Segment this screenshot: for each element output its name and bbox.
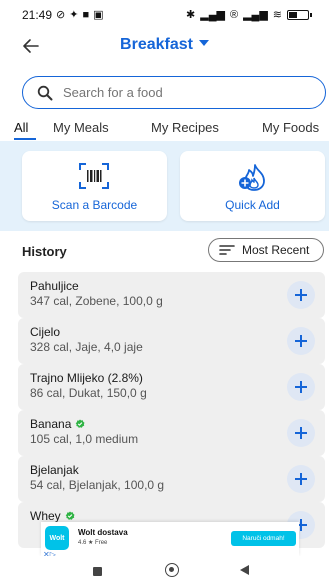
plus-icon [295, 473, 307, 485]
wolt-logo: Wolt [45, 526, 69, 550]
messenger-icon: ✦ [69, 8, 79, 21]
quick-add-label: Quick Add [225, 198, 280, 212]
tab-my-meals[interactable]: My Meals [53, 120, 109, 135]
plus-icon [295, 335, 307, 347]
signal-icon: ▂▄▆ [243, 8, 268, 21]
food-detail: 347 cal, Zobene, 100,0 g [30, 294, 163, 308]
quick-add-button[interactable]: Quick Add [180, 151, 325, 221]
scan-barcode-label: Scan a Barcode [51, 198, 138, 212]
add-food-button[interactable] [287, 327, 315, 355]
food-detail: 86 cal, Dukat, 150,0 g [30, 386, 147, 400]
food-row[interactable]: Pahuljice 347 cal, Zobene, 100,0 g [18, 272, 325, 318]
signal-icon: ▂▄▆ [200, 8, 225, 21]
food-name: Trajno Mlijeko (2.8%) [30, 371, 143, 385]
home-icon[interactable] [165, 563, 179, 577]
bluetooth-icon: ✱ [186, 8, 196, 21]
food-name: Banana [30, 417, 72, 431]
tab-bar: All My Meals My Recipes My Foods [0, 114, 329, 140]
food-name-wrap: Banana [30, 417, 85, 431]
sort-label: Most Recent [242, 243, 310, 257]
caret-down-icon [198, 40, 209, 46]
quick-actions-panel: Scan a Barcode Quick Add [0, 141, 329, 231]
blocked-icon: ⊘ [56, 8, 66, 21]
plus-icon [295, 381, 307, 393]
verified-check-icon [76, 419, 85, 428]
ad-title: Wolt dostava [78, 528, 128, 537]
food-row[interactable]: Cijelo 328 cal, Jaje, 4,0 jaje [18, 318, 325, 364]
battery-icon [287, 10, 312, 20]
message-icon: ▣ [93, 8, 104, 21]
add-food-button[interactable] [287, 281, 315, 309]
search-box[interactable] [22, 76, 326, 109]
status-left: 21:49 ⊘ ✦ ■ ▣ [22, 8, 104, 22]
ad-rating: 4.6 ★ Free [78, 540, 108, 546]
food-detail: 105 cal, 1,0 medium [30, 432, 139, 446]
meal-title: Breakfast [120, 36, 193, 53]
food-name: Cijelo [30, 325, 61, 339]
ad-cta-button[interactable]: Naruči odmah! [231, 531, 296, 546]
plus-icon [295, 427, 307, 439]
food-name: Pahuljice [30, 279, 79, 293]
wifi-icon: ≋ [272, 8, 282, 21]
food-row[interactable]: Trajno Mlijeko (2.8%) 86 cal, Dukat, 150… [18, 364, 325, 410]
verified-check-icon [65, 511, 75, 520]
sort-button[interactable]: Most Recent [208, 238, 324, 262]
food-detail: 328 cal, Jaje, 4,0 jaje [30, 340, 143, 354]
add-food-button[interactable] [287, 465, 315, 493]
add-food-button[interactable] [287, 373, 315, 401]
flame-plus-icon [239, 164, 265, 191]
history-title: History [22, 244, 67, 259]
ad-banner[interactable]: Wolt Wolt dostava 4.6 ★ Free Naruči odma… [41, 522, 299, 559]
recents-icon[interactable] [93, 567, 102, 576]
food-row[interactable]: Banana 105 cal, 1,0 medium [18, 410, 325, 456]
status-bar: 21:49 ⊘ ✦ ■ ▣ ✱ ▂▄▆ ® ▂▄▆ ≋ [0, 0, 329, 30]
tab-all[interactable]: All [14, 120, 28, 135]
food-name-wrap: Whey [30, 509, 75, 523]
lock-icon: ■ [82, 8, 90, 21]
status-time: 21:49 [22, 8, 53, 22]
food-row[interactable]: Bjelanjak 54 cal, Bjelanjak, 100,0 g [18, 456, 325, 502]
sort-icon [219, 245, 235, 255]
volte-icon: ® [229, 8, 239, 21]
plus-icon [295, 289, 307, 301]
search-icon [37, 85, 53, 100]
tab-my-recipes[interactable]: My Recipes [151, 120, 219, 135]
meal-selector[interactable]: Breakfast [0, 36, 329, 54]
system-back-icon[interactable] [240, 565, 249, 575]
tab-my-foods[interactable]: My Foods [262, 120, 319, 135]
barcode-icon [79, 163, 109, 189]
food-name: Whey [30, 509, 61, 523]
system-nav-bar [0, 556, 329, 584]
add-food-button[interactable] [287, 419, 315, 447]
food-name: Bjelanjak [30, 463, 79, 477]
scan-barcode-button[interactable]: Scan a Barcode [22, 151, 167, 221]
food-detail: 54 cal, Bjelanjak, 100,0 g [30, 478, 165, 492]
battery-level [289, 12, 297, 18]
search-input[interactable] [63, 85, 293, 100]
app-header: Breakfast [0, 30, 329, 64]
history-header: History Most Recent [0, 236, 329, 266]
active-tab-indicator [14, 138, 36, 140]
status-right: ✱ ▂▄▆ ® ▂▄▆ ≋ [186, 8, 312, 21]
